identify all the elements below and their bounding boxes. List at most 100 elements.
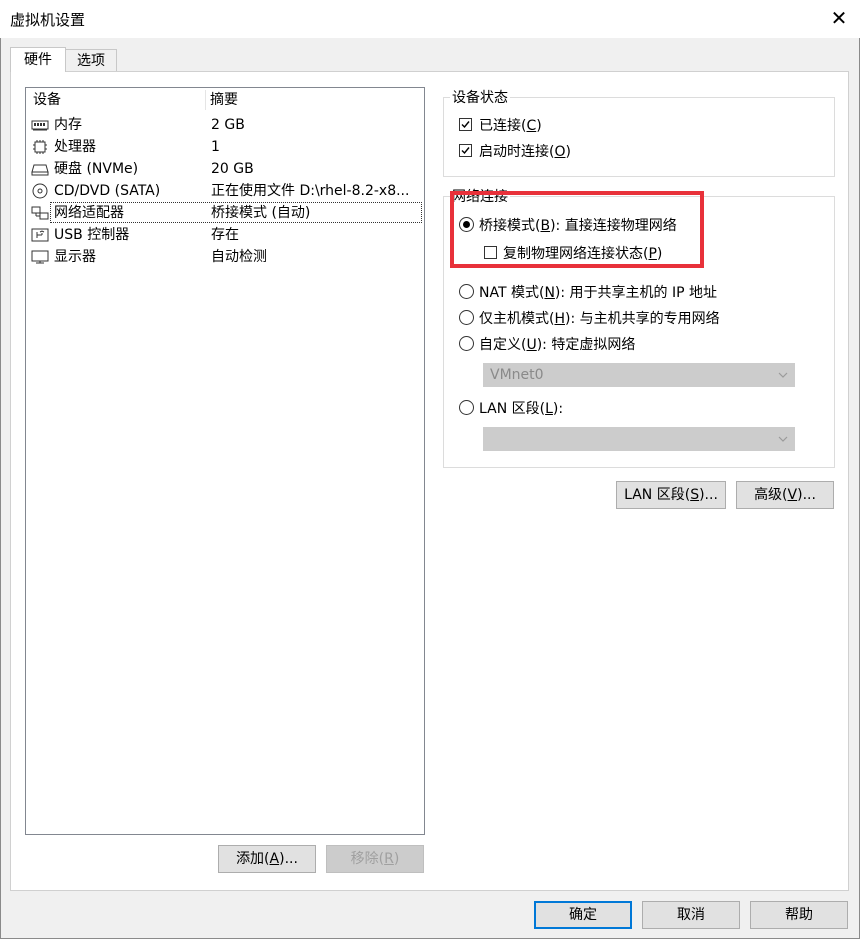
host-only-text: 仅主机模式(: [479, 311, 555, 327]
device-list[interactable]: 设备 摘要 内存 2 GB 处理器 1 硬盘 (NVMe) 20 GB CD/D…: [25, 87, 425, 835]
highlight-box: [450, 191, 704, 268]
hard-disk-icon: [31, 164, 49, 176]
nat-text: NAT 模式(: [479, 285, 545, 301]
remove-button[interactable]: 移除(R): [326, 845, 424, 873]
custom-tail: ): 特定虚拟网络: [536, 337, 636, 353]
column-header-summary[interactable]: 摘要: [210, 88, 238, 112]
add-button-accel: A: [269, 851, 280, 867]
close-icon[interactable]: ✕: [826, 5, 852, 31]
lan-tail: ):: [552, 401, 564, 417]
vmnet-select[interactable]: VMnet0: [483, 363, 795, 387]
connected-checkbox[interactable]: [459, 118, 472, 131]
remove-button-tail: ): [393, 851, 400, 867]
cpu-icon: [33, 140, 47, 154]
device-name: USB 控制器: [54, 227, 130, 243]
device-name: 显示器: [54, 249, 96, 265]
device-name: 处理器: [54, 139, 96, 155]
network-adapter-icon: [31, 206, 49, 220]
window-title: 虚拟机设置: [10, 11, 86, 29]
device-row-usb-controller[interactable]: USB 控制器 存在: [27, 224, 423, 246]
connected-accel: C: [526, 118, 537, 134]
tab-options[interactable]: 选项: [65, 49, 117, 71]
device-status-group: [443, 97, 835, 177]
lan-segment-radio[interactable]: [459, 400, 474, 415]
device-summary: 自动检测: [211, 249, 267, 265]
device-row-hard-disk[interactable]: 硬盘 (NVMe) 20 GB: [27, 158, 423, 180]
help-button[interactable]: 帮助: [750, 901, 848, 929]
tab-options-label: 选项: [77, 53, 105, 69]
ok-button-label: 确定: [569, 907, 597, 923]
checkmark-icon: [461, 121, 470, 129]
lan-segments-button[interactable]: LAN 区段(S)...: [616, 481, 726, 509]
custom-label[interactable]: 自定义(U): 特定虚拟网络: [479, 334, 635, 354]
device-summary: 2 GB: [211, 117, 245, 133]
lan-segments-button-label: LAN 区段(: [624, 487, 691, 503]
help-button-label: 帮助: [785, 907, 813, 923]
lan-text: LAN 区段(: [479, 401, 546, 417]
advanced-button-label: 高级(: [754, 487, 788, 503]
device-name: 硬盘 (NVMe): [54, 161, 139, 177]
nat-radio[interactable]: [459, 284, 474, 299]
ok-button[interactable]: 确定: [534, 901, 632, 929]
usb-icon: [31, 228, 49, 242]
lan-segments-button-accel: S: [690, 487, 700, 503]
checkmark-icon: [461, 147, 470, 155]
connect-on-start-tail: ): [565, 144, 571, 160]
connect-on-start-label[interactable]: 启动时连接(O): [479, 141, 571, 161]
device-row-processor[interactable]: 处理器 1: [27, 136, 423, 158]
cancel-button-label: 取消: [677, 907, 705, 923]
vmnet-select-value: VMnet0: [490, 367, 544, 383]
advanced-button-accel: V: [787, 487, 798, 503]
tab-hardware[interactable]: 硬件: [10, 47, 66, 72]
lan-segment-select[interactable]: [483, 427, 795, 451]
column-separator[interactable]: [205, 90, 206, 110]
nat-label[interactable]: NAT 模式(N): 用于共享主机的 IP 地址: [479, 282, 717, 302]
connected-tail: ): [536, 118, 542, 134]
custom-radio[interactable]: [459, 336, 474, 351]
device-summary: 桥接模式 (自动): [211, 205, 311, 221]
add-button-label: 添加(: [236, 851, 270, 867]
device-row-network-adapter[interactable]: 网络适配器 桥接模式 (自动): [27, 202, 423, 224]
chevron-down-icon: [778, 436, 788, 442]
device-summary: 正在使用文件 D:\rhel-8.2-x8...: [211, 183, 410, 199]
lan-segment-label[interactable]: LAN 区段(L):: [479, 398, 563, 418]
remove-button-label: 移除(: [350, 851, 385, 867]
device-name: 网络适配器: [54, 205, 124, 221]
monitor-icon: [31, 250, 49, 264]
host-only-radio[interactable]: [459, 310, 474, 325]
lan-accel: L: [545, 401, 553, 417]
cancel-button[interactable]: 取消: [642, 901, 740, 929]
memory-icon: [31, 120, 49, 131]
connected-label[interactable]: 已连接(C): [479, 115, 542, 135]
host-only-accel: H: [554, 311, 565, 327]
device-row-cd-dvd[interactable]: CD/DVD (SATA) 正在使用文件 D:\rhel-8.2-x8...: [27, 180, 423, 202]
nat-tail: ): 用于共享主机的 IP 地址: [554, 285, 718, 301]
device-name: 内存: [54, 117, 82, 133]
advanced-button-tail: )...: [797, 487, 816, 503]
host-only-tail: ): 与主机共享的专用网络: [565, 311, 720, 327]
connect-on-start-accel: O: [554, 144, 566, 160]
nat-accel: N: [544, 285, 555, 301]
connect-on-start-checkbox[interactable]: [459, 144, 472, 157]
host-only-label[interactable]: 仅主机模式(H): 与主机共享的专用网络: [479, 308, 720, 328]
device-summary: 1: [211, 139, 220, 155]
tab-hardware-label: 硬件: [24, 52, 52, 68]
custom-text: 自定义(: [479, 337, 527, 353]
device-row-display[interactable]: 显示器 自动检测: [27, 246, 423, 268]
advanced-button[interactable]: 高级(V)...: [736, 481, 834, 509]
column-header-device[interactable]: 设备: [33, 88, 61, 112]
device-name: CD/DVD (SATA): [54, 183, 161, 199]
lan-segments-button-tail: )...: [699, 487, 718, 503]
connect-on-start-text: 启动时连接(: [479, 144, 555, 160]
chevron-down-icon: [778, 372, 788, 378]
custom-accel: U: [526, 337, 537, 353]
remove-button-accel: R: [384, 851, 394, 867]
cd-dvd-icon: [32, 183, 48, 199]
title-bar: 虚拟机设置 ✕: [0, 0, 860, 38]
add-button[interactable]: 添加(A)...: [218, 845, 316, 873]
device-summary: 20 GB: [211, 161, 254, 177]
device-row-memory[interactable]: 内存 2 GB: [27, 114, 423, 136]
add-button-tail: )...: [279, 851, 298, 867]
connected-text: 已连接(: [479, 118, 527, 134]
device-summary: 存在: [211, 227, 239, 243]
